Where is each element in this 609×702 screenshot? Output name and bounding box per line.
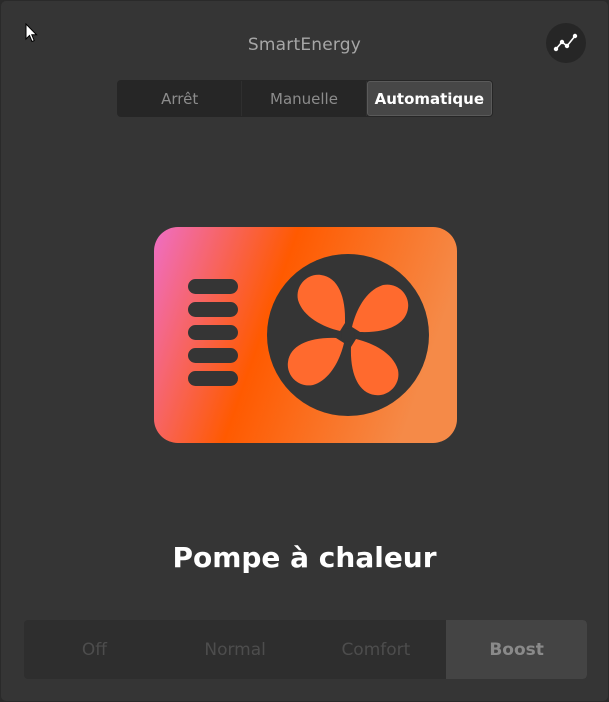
level-selector: Off Normal Comfort Boost [24, 620, 587, 679]
tab-arret[interactable]: Arrêt [118, 81, 243, 116]
level-normal-button[interactable]: Normal [165, 620, 306, 679]
tab-automatique[interactable]: Automatique [366, 81, 492, 116]
statistics-button[interactable] [546, 23, 586, 63]
app-window: SmartEnergy Arrêt Manuelle Automatique P… [0, 0, 609, 702]
app-title: SmartEnergy [247, 35, 362, 55]
line-chart-icon [553, 33, 578, 52]
mode-selector: Arrêt Manuelle Automatique [117, 80, 493, 117]
device-name: Pompe à chaleur [172, 541, 437, 574]
level-comfort-button[interactable]: Comfort [306, 620, 447, 679]
tab-manuelle[interactable]: Manuelle [242, 81, 367, 116]
level-off-button[interactable]: Off [24, 620, 165, 679]
level-boost-button[interactable]: Boost [446, 620, 587, 679]
heat-pump-icon [154, 227, 457, 443]
